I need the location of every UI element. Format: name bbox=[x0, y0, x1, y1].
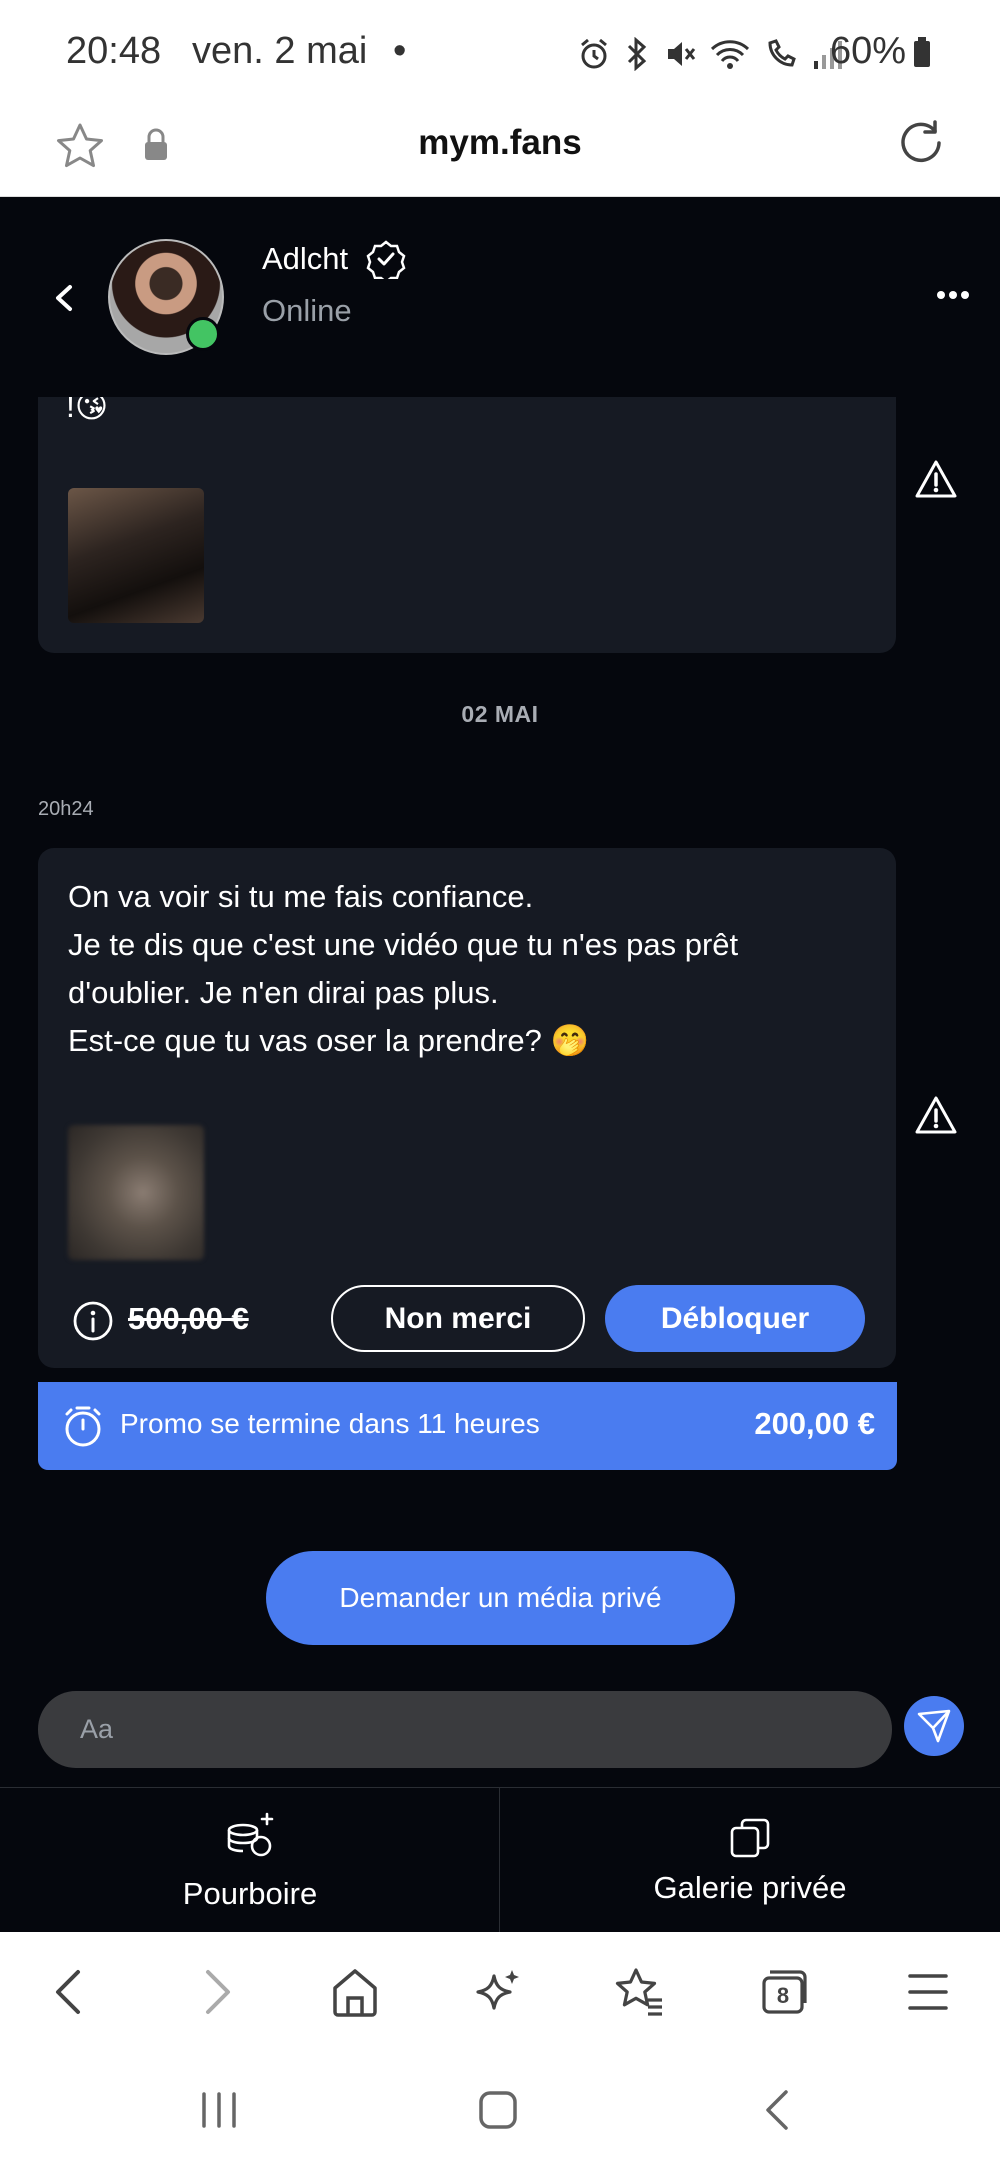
promo-banner: Promo se termine dans 11 heures 200,00 € bbox=[38, 1382, 897, 1470]
status-time: 20:48 bbox=[66, 30, 162, 72]
promo-text: Promo se termine dans 11 heures bbox=[120, 1408, 540, 1439]
tabs-count: 8 bbox=[776, 1983, 790, 2008]
chat-user-status: Online bbox=[262, 293, 352, 328]
wifi-call-icon bbox=[768, 39, 796, 67]
system-back-icon[interactable] bbox=[760, 2088, 794, 2132]
stopwatch-icon bbox=[65, 1406, 101, 1447]
coins-plus-icon bbox=[227, 1812, 273, 1857]
browser-toolbar: 8 bbox=[0, 1932, 1000, 2052]
decline-button[interactable]: Non merci bbox=[331, 1285, 585, 1352]
ai-sparkle-icon[interactable] bbox=[474, 1966, 522, 2018]
bluetooth-icon bbox=[627, 37, 647, 71]
send-button[interactable] bbox=[904, 1696, 964, 1756]
battery-percent: 60% bbox=[830, 30, 907, 72]
unlock-button[interactable]: Débloquer bbox=[605, 1285, 865, 1352]
blurred-media-thumbnail[interactable] bbox=[68, 1125, 204, 1260]
request-private-media-button[interactable]: Demander un média privé bbox=[266, 1551, 735, 1645]
original-price: 500,00 € bbox=[128, 1301, 249, 1336]
alarm-icon bbox=[581, 38, 607, 69]
tab-tip[interactable]: Pourboire bbox=[0, 1788, 500, 1932]
chat-page: Adlcht Online !😘 02 MAI 20h24 On va voir… bbox=[0, 197, 1000, 1932]
status-date: ven. 2 mai bbox=[192, 30, 368, 72]
media-thumbnail[interactable] bbox=[68, 488, 204, 623]
report-warning-icon[interactable] bbox=[914, 459, 958, 499]
verified-badge-icon bbox=[366, 240, 406, 279]
tab-tip-label: Pourboire bbox=[182, 1876, 318, 1911]
browser-url-bar: mym.fans bbox=[0, 105, 1000, 197]
more-options-icon[interactable] bbox=[936, 289, 970, 301]
online-indicator bbox=[186, 317, 220, 351]
report-warning-icon[interactable] bbox=[914, 1095, 958, 1135]
reload-icon[interactable] bbox=[895, 117, 947, 169]
system-navigation-bar bbox=[0, 2052, 1000, 2167]
tab-private-gallery[interactable]: Galerie privée bbox=[500, 1788, 1000, 1932]
tab-gallery-label: Galerie privée bbox=[653, 1870, 847, 1905]
status-bar: 20:48 ven. 2 mai • 60% bbox=[0, 0, 1000, 105]
notification-dot: • bbox=[393, 30, 407, 72]
system-home-icon[interactable] bbox=[476, 2088, 520, 2132]
mute-icon bbox=[668, 42, 696, 66]
message-time: 20h24 bbox=[38, 798, 94, 820]
date-separator: 02 MAI bbox=[461, 701, 539, 727]
battery-icon bbox=[914, 36, 931, 67]
home-icon[interactable] bbox=[330, 1966, 380, 2018]
send-icon bbox=[917, 1709, 951, 1743]
gallery-copy-icon bbox=[730, 1818, 770, 1858]
bookmarks-icon[interactable] bbox=[614, 1966, 666, 2018]
info-icon[interactable] bbox=[72, 1300, 114, 1342]
message-line: On va voir si tu me fais confiance. bbox=[68, 879, 534, 914]
promo-price: 200,00 € bbox=[754, 1406, 875, 1441]
message-line: d'oublier. Je n'en dirai pas plus. bbox=[68, 975, 499, 1010]
url-address[interactable]: mym.fans bbox=[0, 123, 1000, 163]
chat-bottom-tabs: Pourboire Galerie privée bbox=[0, 1787, 1000, 1932]
back-arrow-icon[interactable] bbox=[48, 281, 82, 315]
chat-username[interactable]: Adlcht bbox=[262, 241, 348, 277]
recent-apps-icon[interactable] bbox=[198, 2088, 240, 2132]
message-line: Je te dis que c'est une vidéo que tu n'e… bbox=[68, 927, 739, 962]
menu-icon[interactable] bbox=[906, 1966, 950, 2018]
browser-back-icon[interactable] bbox=[50, 1966, 90, 2018]
message-line: Est-ce que tu vas oser la prendre? 🤭 bbox=[68, 1023, 590, 1058]
message-text: On va voir si tu me fais confiance. Je t… bbox=[68, 873, 868, 1065]
status-icons bbox=[578, 34, 842, 74]
wifi-icon bbox=[710, 40, 750, 69]
message-input[interactable] bbox=[38, 1691, 892, 1768]
chat-header: Adlcht Online bbox=[0, 197, 1000, 397]
tabs-button[interactable]: 8 bbox=[760, 1966, 810, 2018]
battery-indicator: 60% bbox=[830, 30, 932, 73]
browser-forward-icon[interactable] bbox=[196, 1966, 236, 2018]
